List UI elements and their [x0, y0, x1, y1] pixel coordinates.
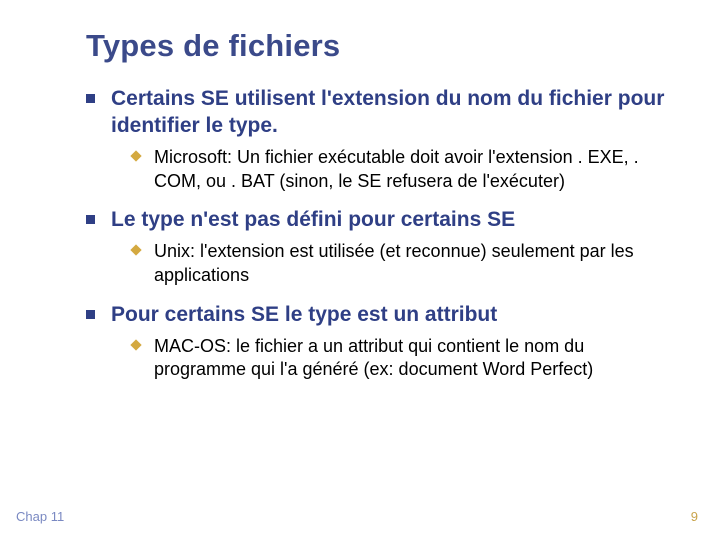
sub-bullet-row: MAC-OS: le fichier a un attribut qui con…: [132, 335, 670, 383]
bullet-2: Le type n'est pas défini pour certains S…: [86, 207, 670, 287]
bullet-1: Certains SE utilisent l'extension du nom…: [86, 86, 670, 193]
diamond-bullet-icon: [130, 339, 141, 350]
bullet-text: Le type n'est pas défini pour certains S…: [111, 207, 515, 234]
sub-bullet-text: MAC-OS: le fichier a un attribut qui con…: [154, 335, 670, 383]
sub-bullet-3: MAC-OS: le fichier a un attribut qui con…: [132, 335, 670, 383]
square-bullet-icon: [86, 310, 95, 319]
bullet-text: Pour certains SE le type est un attribut: [111, 302, 497, 329]
sub-bullet-2: Unix: l'extension est utilisée (et recon…: [132, 240, 670, 288]
sub-bullet-1: Microsoft: Un fichier exécutable doit av…: [132, 146, 670, 194]
bullet-text: Certains SE utilisent l'extension du nom…: [111, 86, 670, 140]
footer-chapter: Chap 11: [16, 509, 64, 524]
bullet-3: Pour certains SE le type est un attribut…: [86, 302, 670, 382]
sub-bullet-text: Unix: l'extension est utilisée (et recon…: [154, 240, 670, 288]
square-bullet-icon: [86, 94, 95, 103]
diamond-bullet-icon: [130, 150, 141, 161]
square-bullet-icon: [86, 215, 95, 224]
diamond-bullet-icon: [130, 244, 141, 255]
sub-bullet-text: Microsoft: Un fichier exécutable doit av…: [154, 146, 670, 194]
slide: Types de fichiers Certains SE utilisent …: [0, 0, 720, 540]
sub-bullet-row: Unix: l'extension est utilisée (et recon…: [132, 240, 670, 288]
sub-bullet-row: Microsoft: Un fichier exécutable doit av…: [132, 146, 670, 194]
page-number: 9: [691, 509, 698, 524]
bullet-row: Pour certains SE le type est un attribut: [86, 302, 670, 329]
bullet-row: Le type n'est pas défini pour certains S…: [86, 207, 670, 234]
slide-title: Types de fichiers: [86, 28, 670, 64]
bullet-row: Certains SE utilisent l'extension du nom…: [86, 86, 670, 140]
